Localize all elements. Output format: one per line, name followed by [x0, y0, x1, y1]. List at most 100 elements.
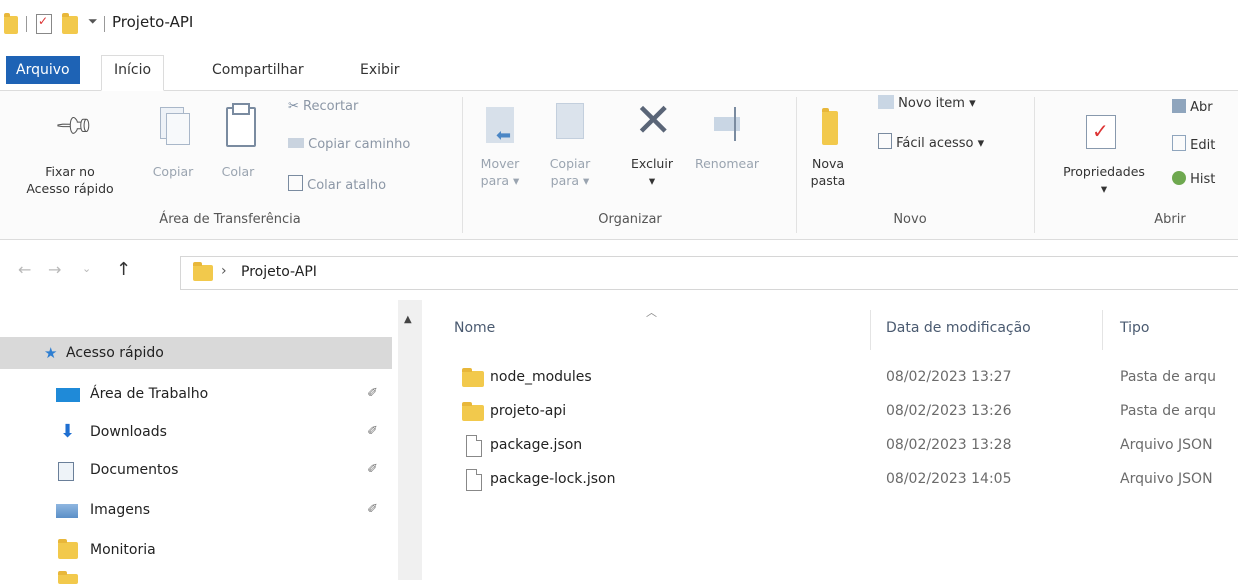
copy-to-button[interactable]: Copiar para ▾ — [538, 97, 602, 197]
properties-quick-icon[interactable]: ✓ — [36, 14, 52, 34]
star-icon: ★ — [44, 344, 58, 362]
properties-arrow: ▾ — [1100, 181, 1108, 196]
download-icon: ⬇ — [60, 421, 76, 442]
pin-label-2: Acesso rápido — [26, 181, 114, 196]
desktop-icon — [56, 388, 80, 402]
clipboard-group-label: Área de Transferência — [159, 212, 301, 227]
file-icon — [466, 435, 482, 457]
recent-dropdown-icon[interactable]: ⌄ — [82, 262, 91, 275]
paste-shortcut-icon — [288, 175, 303, 191]
title-bar: ✓ ⏷ Projeto-API — [0, 0, 1238, 46]
delete-button[interactable]: ✕ Excluir ▾ — [620, 93, 684, 197]
document-icon — [58, 462, 74, 481]
nav-item-documents[interactable]: Documentos ✐ — [0, 454, 392, 486]
easy-access-button[interactable]: Fácil acesso ▾ — [878, 133, 984, 151]
move-to-button[interactable]: ⬅ Mover para ▾ — [470, 97, 530, 197]
copy-path-button[interactable]: Copiar caminho — [288, 137, 410, 152]
folder-icon — [193, 262, 213, 281]
nav-item-pictures[interactable]: Imagens ✐ — [0, 494, 392, 526]
paste-label: Colar — [221, 164, 255, 179]
nav-item-quick-access[interactable]: ★ Acesso rápido — [0, 337, 392, 369]
edit-button[interactable]: Edit — [1172, 135, 1215, 153]
customize-toolbar-chevron-icon[interactable]: ⏷ — [88, 14, 98, 29]
new-group-label: Novo — [893, 212, 927, 227]
tab-view[interactable]: Exibir — [348, 56, 412, 84]
file-icon — [466, 469, 482, 491]
edit-icon — [1172, 135, 1186, 151]
address-field[interactable]: › Projeto-API — [180, 256, 1238, 290]
nav-scrollbar[interactable]: ▲ — [398, 300, 422, 580]
pin-quick-access-button[interactable]: 📌︎ Fixar no Acesso rápido — [0, 97, 140, 197]
properties-button[interactable]: ✓ Propriedades ▾ — [1040, 97, 1168, 197]
nav-item-downloads[interactable]: ⬇ Downloads ✐ — [0, 416, 392, 448]
new-folder-label-2: pasta — [810, 173, 846, 188]
rename-button[interactable]: Renomear — [684, 97, 770, 197]
scissors-icon: ✂ — [288, 99, 299, 114]
rename-icon — [714, 117, 740, 131]
new-folder-icon — [822, 108, 838, 145]
back-arrow-icon[interactable]: ← — [18, 260, 31, 279]
organize-group-label: Organizar — [598, 212, 662, 227]
paste-shortcut-button[interactable]: Colar atalho — [288, 175, 386, 193]
new-folder-quick-icon[interactable] — [62, 13, 78, 34]
ribbon: 📌︎ Fixar no Acesso rápido Copiar Colar ✂… — [0, 91, 1238, 240]
paste-button[interactable]: Colar — [208, 97, 268, 197]
open-icon — [1172, 99, 1186, 113]
nav-item-monitoria[interactable]: Monitoria — [0, 534, 392, 566]
copy-to-label-1: Copiar — [549, 156, 591, 171]
delete-x-icon: ✕ — [634, 93, 673, 147]
open-group-label: Abrir — [1154, 212, 1186, 227]
pin-icon[interactable]: ✐ — [367, 378, 378, 410]
history-button[interactable]: Hist — [1172, 171, 1215, 187]
pin-label-1: Fixar no — [45, 164, 95, 179]
folder-icon — [58, 539, 78, 559]
copy-label: Copiar — [152, 164, 194, 179]
window-title: Projeto-API — [112, 13, 194, 31]
copy-button[interactable]: Copiar — [142, 97, 204, 197]
new-folder-label-1: Nova — [811, 156, 845, 171]
scroll-up-icon[interactable]: ▲ — [404, 314, 412, 325]
cut-button[interactable]: ✂ Recortar — [288, 99, 358, 114]
new-item-icon — [878, 95, 894, 109]
ribbon-tabs: Arquivo Início Compartilhar Exibir — [0, 50, 1238, 91]
up-arrow-icon[interactable]: ↑ — [116, 259, 131, 280]
sort-indicator-icon: ︿ — [646, 306, 657, 319]
properties-label: Propriedades — [1063, 164, 1145, 179]
folder-icon — [462, 368, 484, 387]
column-header-date[interactable]: Data de modificação — [886, 320, 1031, 336]
table-row[interactable]: package-lock.json 08/02/2023 14:05 Arqui… — [430, 463, 1238, 497]
file-list: ︿ Nome Data de modificação Tipo node_mod… — [430, 300, 1238, 580]
column-header-type[interactable]: Tipo — [1120, 320, 1149, 336]
tab-file[interactable]: Arquivo — [6, 56, 80, 84]
pin-icon[interactable]: ✐ — [367, 454, 378, 486]
folder-icon — [58, 571, 78, 584]
new-item-button[interactable]: Novo item ▾ — [878, 95, 976, 111]
tab-share[interactable]: Compartilhar — [200, 56, 316, 84]
pictures-icon — [56, 504, 78, 518]
tab-home[interactable]: Início — [101, 55, 165, 91]
move-to-label-2: para ▾ — [480, 173, 520, 188]
move-to-label-1: Mover — [480, 156, 520, 171]
pin-icon[interactable]: ✐ — [367, 416, 378, 448]
breadcrumb-path[interactable]: Projeto-API — [241, 264, 317, 280]
folder-icon — [4, 13, 18, 34]
nav-item-desktop[interactable]: Área de Trabalho ✐ — [0, 378, 392, 410]
open-button[interactable]: Abr — [1172, 99, 1213, 115]
history-icon — [1172, 171, 1186, 185]
delete-label: Excluir — [631, 156, 673, 171]
table-row[interactable]: node_modules 08/02/2023 13:27 Pasta de a… — [430, 361, 1238, 395]
delete-arrow: ▾ — [648, 173, 656, 188]
forward-arrow-icon[interactable]: → — [48, 260, 61, 279]
table-row[interactable]: package.json 08/02/2023 13:28 Arquivo JS… — [430, 429, 1238, 463]
easy-access-icon — [878, 133, 892, 149]
new-folder-button[interactable]: Nova pasta — [800, 97, 856, 197]
copy-path-icon — [288, 138, 304, 148]
column-header-name[interactable]: Nome — [454, 320, 495, 336]
breadcrumb-separator: › — [221, 263, 227, 279]
copy-to-icon — [556, 103, 584, 139]
table-row[interactable]: projeto-api 08/02/2023 13:26 Pasta de ar… — [430, 395, 1238, 429]
pin-icon[interactable]: ✐ — [367, 494, 378, 526]
copy-to-label-2: para ▾ — [550, 173, 590, 188]
properties-icon: ✓ — [1086, 115, 1116, 149]
folder-icon — [462, 402, 484, 421]
